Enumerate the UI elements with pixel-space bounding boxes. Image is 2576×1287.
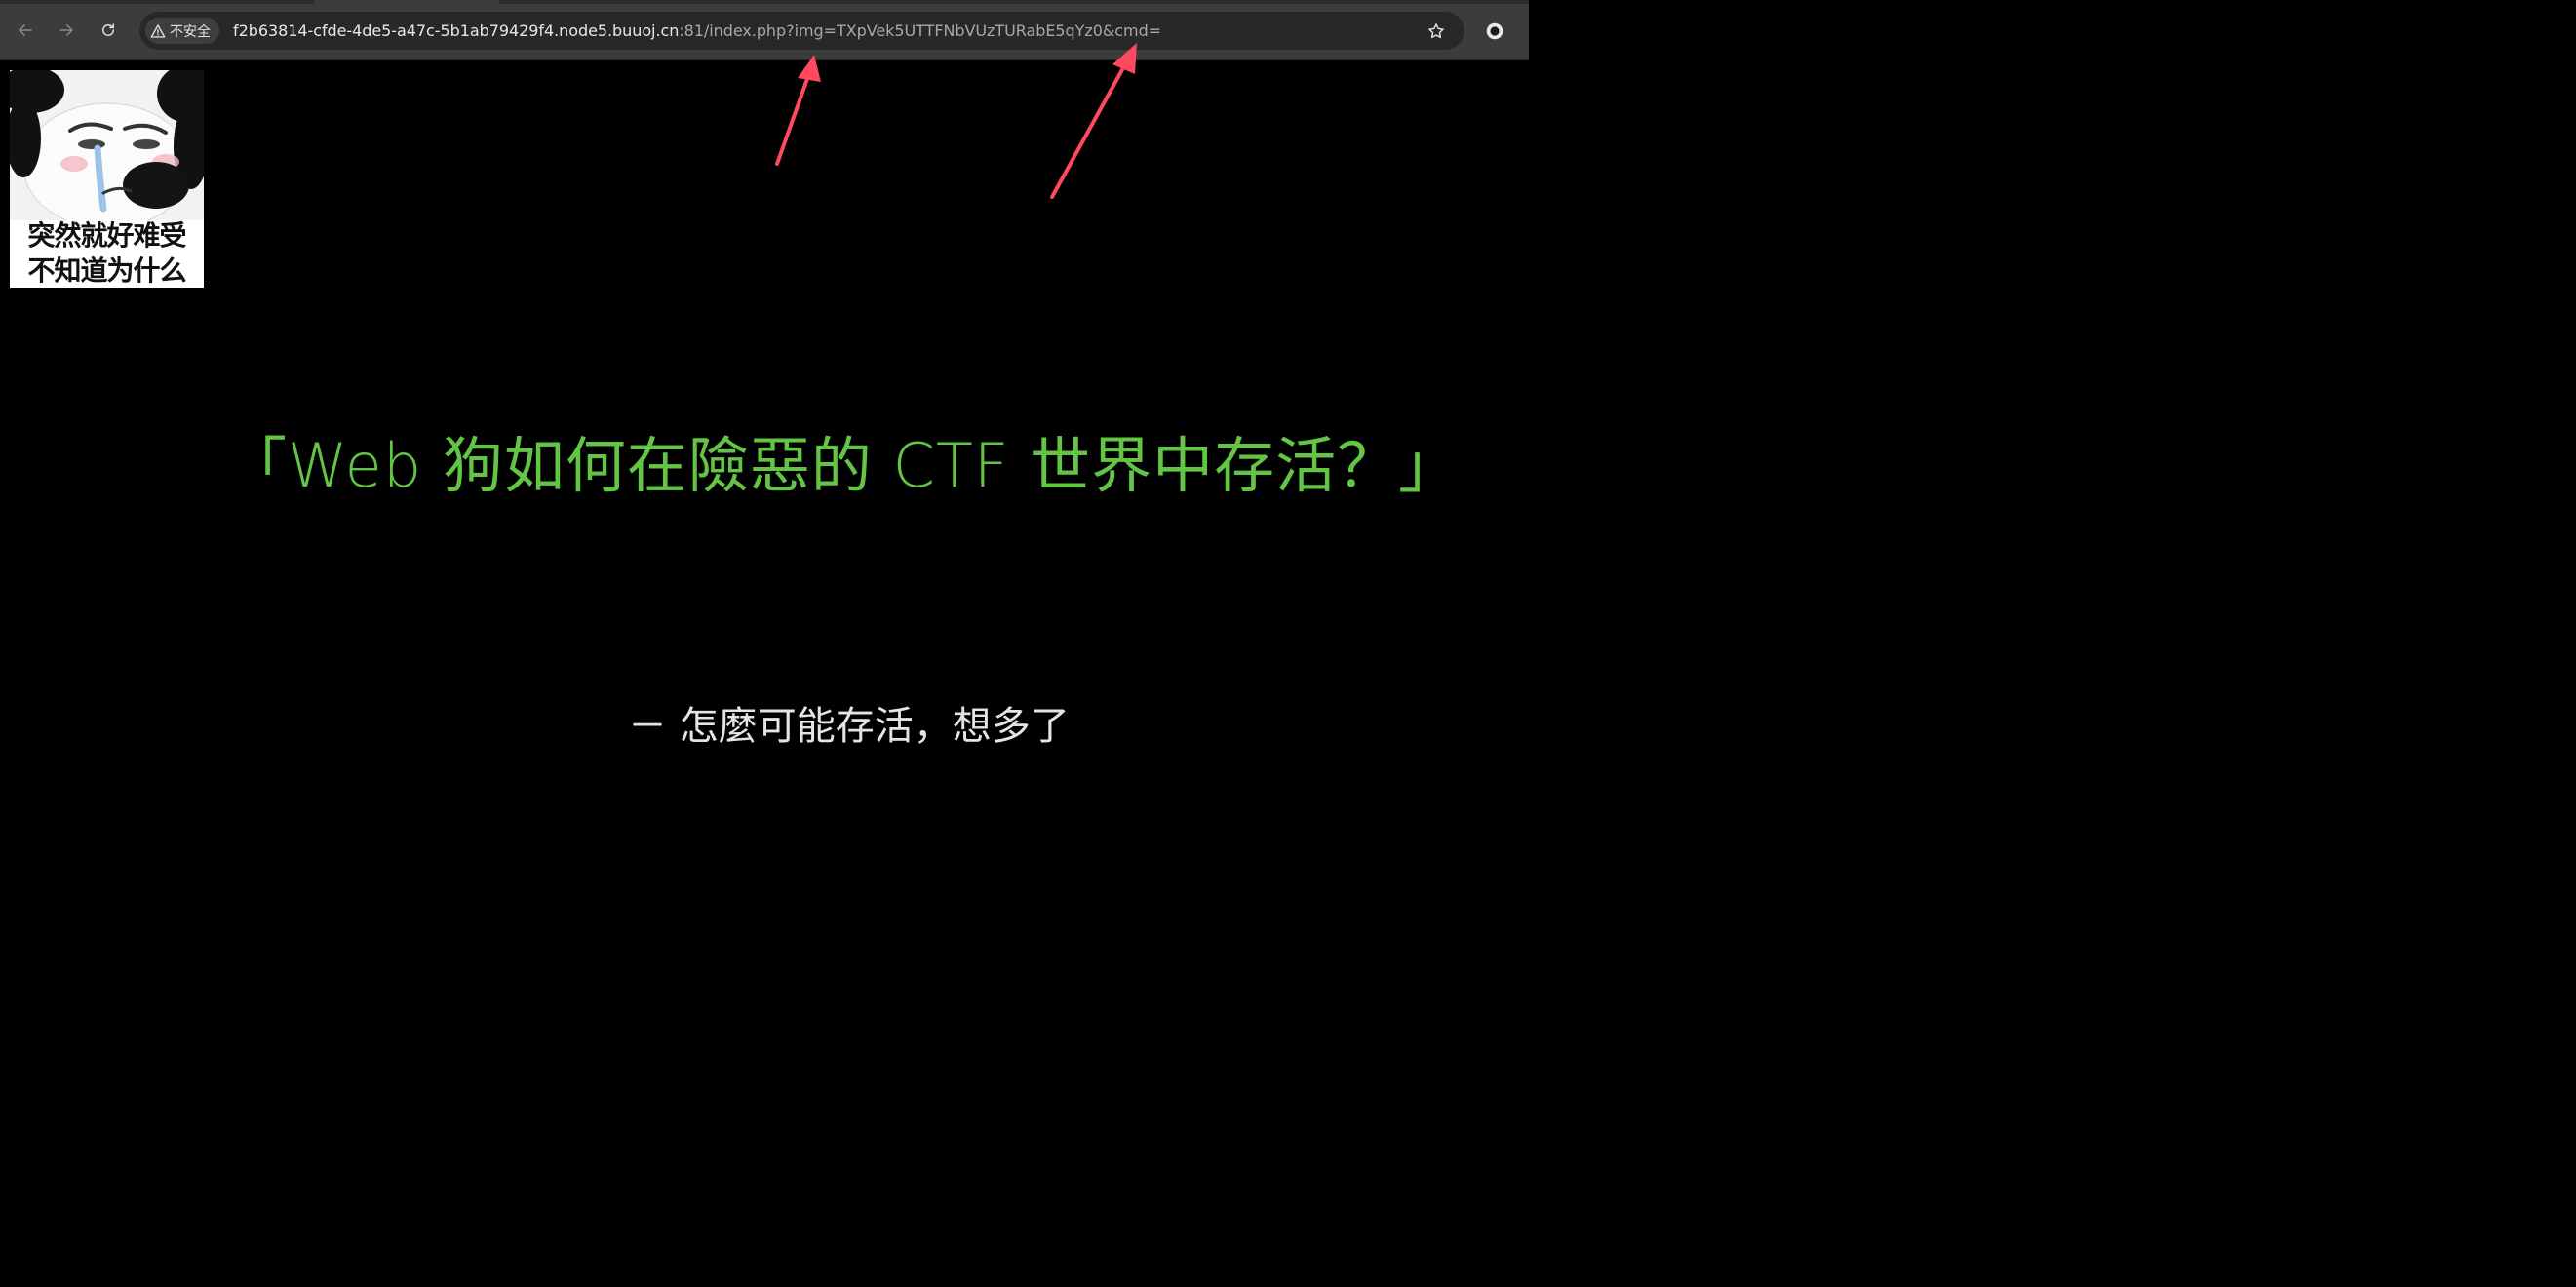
arrow-to-cmd-param: [1050, 43, 1137, 199]
meme-caption-line-1: 突然就好难受: [27, 219, 186, 252]
forward-button[interactable]: [52, 16, 81, 45]
browser-toolbar: 不安全 f2b63814-cfde-4de5-a47c-5b1ab79429f4…: [0, 0, 1529, 60]
meme-caption: 突然就好难受 不知道为什么: [10, 218, 204, 288]
address-bar[interactable]: 不安全 f2b63814-cfde-4de5-a47c-5b1ab79429f4…: [139, 12, 1464, 50]
active-tab-edge[interactable]: [314, 0, 499, 4]
reload-icon: [102, 23, 114, 36]
warning-triangle-icon: [150, 23, 166, 38]
url-host: f2b63814-cfde-4de5-a47c-5b1ab79429f4.nod…: [233, 21, 680, 40]
back-button[interactable]: [11, 16, 40, 45]
page-headline: 「Web 狗如何在險惡的 CTF 世界中存活？」: [226, 430, 1461, 501]
tab-strip: [0, 0, 1529, 4]
meme-caption-line-2: 不知道为什么: [27, 254, 186, 287]
page-subline: － 怎麼可能存活，想多了: [628, 704, 1070, 749]
annotation-arrows: [775, 43, 1137, 199]
url-input[interactable]: f2b63814-cfde-4de5-a47c-5b1ab79429f4.nod…: [233, 12, 1161, 50]
arrow-right-icon: [59, 24, 73, 36]
site-security-chip[interactable]: 不安全: [145, 18, 219, 44]
extension-button[interactable]: [1480, 17, 1509, 46]
reload-button[interactable]: [94, 16, 123, 45]
bookmark-button[interactable]: [1425, 20, 1448, 43]
crying-panda-illustration: [10, 70, 204, 220]
security-label: 不安全: [170, 23, 211, 40]
circle-extension-icon: [1486, 22, 1503, 40]
meme-image: 突然就好难受 不知道为什么: [10, 70, 204, 288]
url-path-query: :81/index.php?img=TXpVek5UTTFNbVUzTURabE…: [679, 21, 1162, 40]
arrow-left-icon: [19, 24, 32, 36]
arrow-to-img-param: [775, 55, 821, 166]
star-icon: [1428, 23, 1444, 39]
